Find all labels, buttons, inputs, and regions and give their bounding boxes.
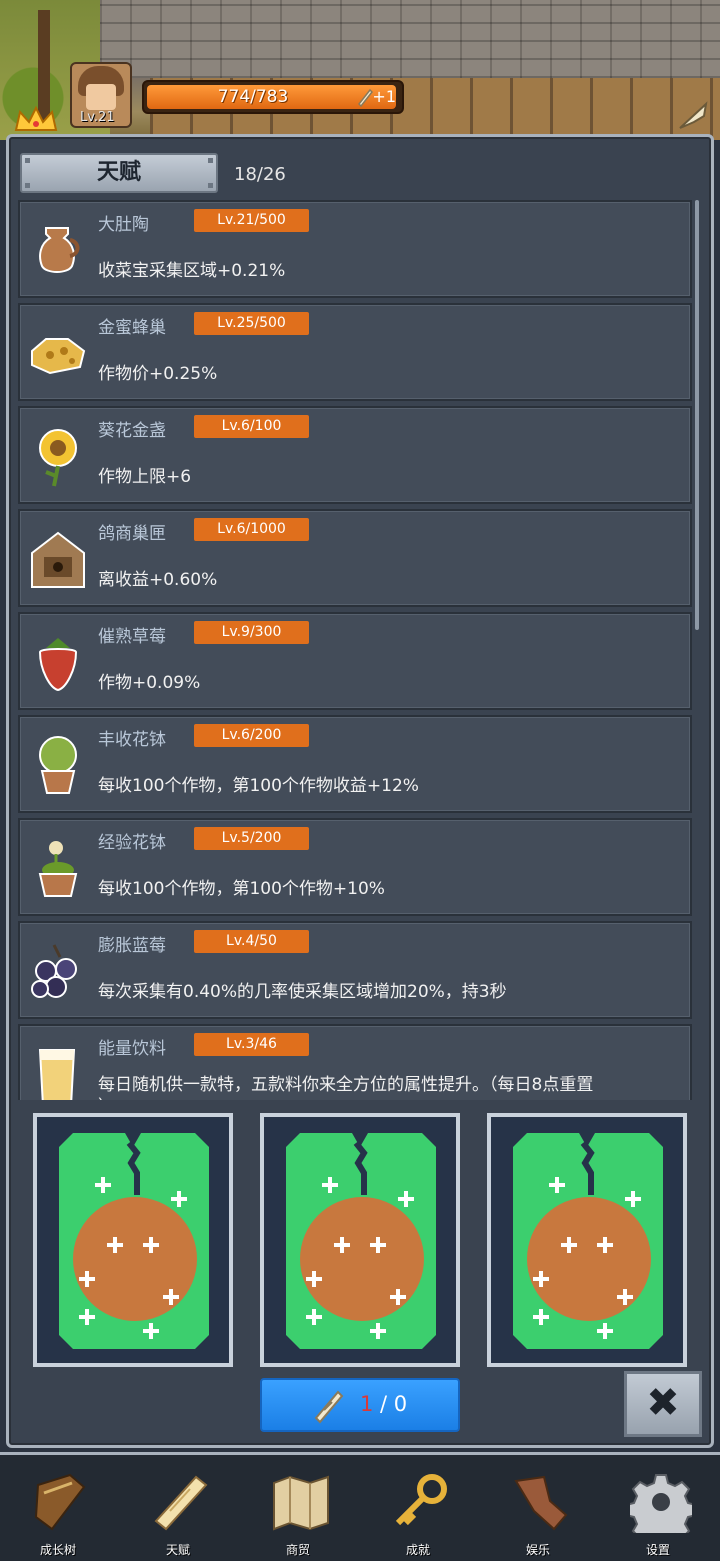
exp-flower-pot-icon — [38, 841, 78, 897]
honeycomb-icon — [31, 338, 86, 375]
birdhouse-icon — [31, 531, 85, 588]
talent-name: 膨胀蓝莓 — [98, 936, 166, 956]
experience-bar: 774/783 +1 — [142, 80, 404, 114]
blueberry-icon — [31, 944, 77, 998]
strawberry-icon — [38, 638, 78, 692]
talent-description: 每收100个作物，第100个作物收益+12% — [98, 776, 419, 796]
talent-card[interactable]: 葵花金盏 Lv.6/100 作物上限+6 — [18, 406, 692, 504]
list-scrollbar[interactable] — [695, 200, 699, 630]
draw-button[interactable]: 1 / 0 — [260, 1378, 460, 1432]
talent-level-badge: Lv.21/500 — [194, 209, 309, 232]
talent-tab-header[interactable]: 天赋 — [20, 153, 218, 193]
flag-icon — [679, 101, 708, 129]
pumpkin-card-icon — [513, 1133, 663, 1349]
nav-label: 商贸 — [285, 1543, 310, 1557]
rivet — [25, 158, 30, 163]
talent-level-badge: Lv.25/500 — [194, 312, 309, 335]
scroll-icon — [154, 1475, 208, 1531]
key-icon — [395, 1474, 447, 1526]
talent-card[interactable]: 经验花钵 Lv.5/200 每收100个作物，第100个作物+10% — [18, 818, 692, 916]
nav-label: 成长树 — [39, 1543, 76, 1557]
roof-tiles — [100, 0, 720, 78]
experience-text: 774/783 — [217, 87, 289, 107]
pumpkin-card-icon — [286, 1133, 436, 1349]
close-button[interactable]: ✖ — [624, 1371, 702, 1437]
talent-card[interactable]: 丰收花钵 Lv.6/200 每收100个作物，第100个作物收益+12% — [18, 715, 692, 813]
talent-card[interactable]: 膨胀蓝莓 Lv.4/50 每次采集有0.40%的几率使采集区域增加20%，持3秒 — [18, 921, 692, 1019]
draw-owned-count: 1 — [360, 1392, 374, 1416]
talent-list[interactable]: 大肚陶 Lv.21/500 收菜宝采集区域+0.21% 金蜜蜂巢 Lv.25/5… — [16, 200, 696, 1100]
flower-pot-icon — [39, 736, 77, 794]
talent-name: 催熟草莓 — [98, 627, 166, 647]
nav-label: 成就 — [405, 1543, 430, 1557]
talent-description: 每收100个作物，第100个作物+10% — [98, 879, 385, 899]
sunflower-icon — [39, 429, 77, 487]
talent-level-badge: Lv.6/100 — [194, 415, 309, 438]
talent-card[interactable]: 催熟草莓 Lv.9/300 作物+0.09% — [18, 612, 692, 710]
talent-name: 经验花钵 — [98, 833, 166, 853]
clay-jug-icon — [39, 227, 80, 273]
talent-description: 离收益+0.60% — [98, 570, 218, 590]
book-icon — [34, 1473, 86, 1531]
talent-level-badge: Lv.5/200 — [194, 827, 309, 850]
draw-card-3[interactable] — [487, 1113, 687, 1367]
draw-card-2[interactable] — [260, 1113, 460, 1367]
talent-description: 每次采集有0.40%的几率使采集区域增加20%，持3秒 — [98, 982, 507, 1002]
talent-description-cont: ） — [98, 1092, 115, 1100]
player-level: Lv.21 — [80, 110, 115, 125]
talent-card[interactable]: 金蜜蜂巢 Lv.25/500 作物价+0.25% — [18, 303, 692, 401]
rivet — [208, 183, 213, 188]
map-icon — [273, 1475, 329, 1531]
talent-card[interactable]: 能量饮料 Lv.3/46 每日随机供一款特，五款料你来全方位的属性提升。（每日8… — [18, 1024, 692, 1100]
nav-settings[interactable]: 设置 — [608, 1465, 708, 1560]
nav-label: 娱乐 — [525, 1543, 550, 1557]
nav-entertainment[interactable]: 娱乐 — [488, 1465, 588, 1560]
close-icon: ✖ — [646, 1380, 680, 1426]
draw-card-1[interactable] — [33, 1113, 233, 1367]
rivet — [208, 158, 213, 163]
talent-name: 大肚陶 — [98, 215, 149, 235]
nav-achievement[interactable]: 成就 — [368, 1465, 468, 1560]
talent-description: 收菜宝采集区域+0.21% — [98, 261, 286, 281]
talent-name: 丰收花钵 — [98, 730, 166, 750]
talent-level-badge: Lv.6/1000 — [194, 518, 309, 541]
nav-label: 设置 — [645, 1543, 670, 1557]
energy-drink-icon — [38, 1049, 76, 1100]
talent-level-badge: Lv.9/300 — [194, 621, 309, 644]
gear-icon — [630, 1474, 692, 1533]
scroll-bonus: +1 — [372, 87, 396, 106]
talent-name: 能量饮料 — [98, 1039, 166, 1059]
scroll-icon — [314, 1390, 344, 1424]
scroll-icon — [357, 88, 374, 107]
talent-description: 作物+0.09% — [98, 673, 201, 693]
bottom-navigation: 成长树 天赋 商贸 成就 娱乐 设置 — [0, 1452, 720, 1561]
talent-level-badge: Lv.4/50 — [194, 930, 309, 953]
talent-level-badge: Lv.6/200 — [194, 724, 309, 747]
talent-tab-title: 天赋 — [96, 160, 141, 185]
talent-name: 金蜜蜂巢 — [98, 318, 166, 338]
talent-count: 18/26 — [234, 164, 286, 185]
talent-name: 葵花金盏 — [98, 421, 166, 441]
talent-card[interactable]: 鸽商巢匣 Lv.6/1000 离收益+0.60% — [18, 509, 692, 607]
rivet — [25, 183, 30, 188]
draw-total: / 0 — [380, 1392, 408, 1416]
pumpkin-card-icon — [59, 1133, 209, 1349]
talent-name: 鸽商巢匣 — [98, 524, 166, 544]
talent-level-badge: Lv.3/46 — [194, 1033, 309, 1056]
talent-description: 每日随机供一款特，五款料你来全方位的属性提升。（每日8点重置 — [98, 1075, 594, 1095]
nav-growth-tree[interactable]: 成长树 — [8, 1465, 108, 1560]
leaf-icon — [514, 1475, 568, 1531]
avatar-face — [86, 84, 116, 110]
nav-label: 天赋 — [165, 1543, 190, 1557]
nav-trade[interactable]: 商贸 — [248, 1465, 348, 1560]
crown-icon — [14, 106, 58, 131]
talent-card[interactable]: 大肚陶 Lv.21/500 收菜宝采集区域+0.21% — [18, 200, 692, 298]
talent-description: 作物上限+6 — [98, 467, 192, 487]
signpost — [38, 10, 50, 120]
talent-description: 作物价+0.25% — [98, 364, 218, 384]
nav-talent[interactable]: 天赋 — [128, 1465, 228, 1560]
